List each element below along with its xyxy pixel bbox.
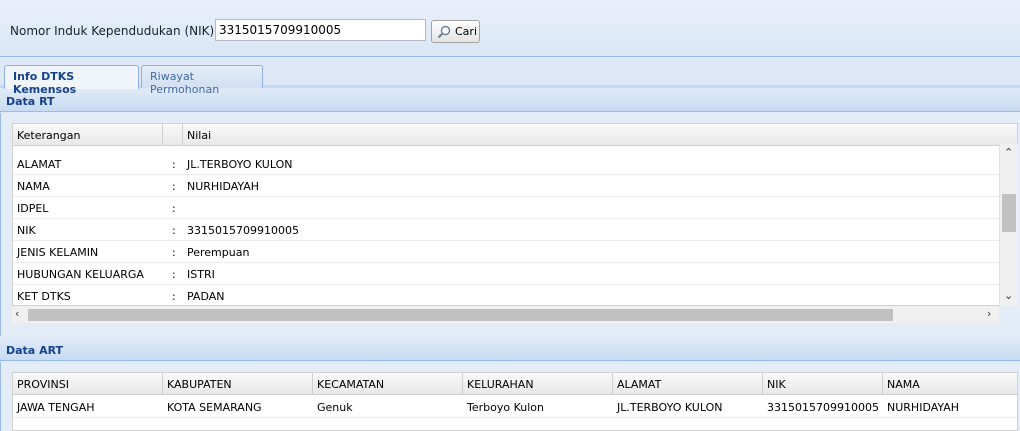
vertical-scrollbar[interactable]: ⌃ ⌄	[999, 144, 1018, 306]
row-value	[183, 197, 983, 219]
row-separator: :	[172, 224, 176, 237]
row-key: HUBUNGAN KELUARGA	[17, 268, 144, 281]
table-row[interactable]: NAMA : NURHIDAYAH	[13, 175, 1000, 197]
column-header-keterangan[interactable]: Keterangan	[13, 124, 163, 146]
column-header-nik[interactable]: NIK	[763, 373, 883, 395]
table-row[interactable]: KET DTKS : PADAN	[13, 285, 1000, 305]
row-value: ISTRI	[187, 268, 215, 281]
row-key: JENIS KELAMIN	[17, 246, 99, 259]
vertical-scroll-thumb[interactable]	[1002, 194, 1016, 232]
panel-title-data-rt: Data RT	[0, 93, 1020, 112]
row-separator: :	[172, 202, 176, 215]
column-header-nama[interactable]: NAMA	[883, 373, 1017, 395]
column-header-alamat[interactable]: ALAMAT	[613, 373, 763, 395]
row-value: NURHIDAYAH	[187, 180, 260, 193]
chevron-left-icon[interactable]: ‹	[15, 307, 19, 320]
table-row[interactable]: IDPEL :	[13, 197, 1000, 219]
tab-strip: Info DTKS Kemensos Riwayat Permohonan	[0, 63, 1020, 96]
chevron-up-icon[interactable]: ⌃	[1004, 146, 1013, 159]
table-row[interactable]: HUBUNGAN KELUARGA : ISTRI	[13, 263, 1000, 285]
tab-riwayat-permohonan[interactable]: Riwayat Permohonan	[141, 65, 263, 96]
data-art-grid-header: PROVINSI KABUPATEN KECAMATAN KELURAHAN A…	[13, 373, 1017, 395]
cell-kelurahan: Terboyo Kulon	[467, 401, 544, 414]
row-separator: :	[172, 246, 176, 259]
column-header-provinsi[interactable]: PROVINSI	[13, 373, 163, 395]
cell-provinsi: JAWA TENGAH	[17, 401, 95, 414]
table-row[interactable]: JENIS KELAMIN : Perempuan	[13, 241, 1000, 263]
cell-nik: 3315015709910005	[767, 401, 879, 414]
data-rt-grid: Keterangan Nilai ALAMAT : JL.TERBOYO KUL…	[12, 123, 1018, 306]
row-value: PADAN	[187, 290, 225, 303]
cell-nama: NURHIDAYAH	[887, 401, 960, 414]
row-key: KET DTKS	[17, 290, 71, 303]
column-header-kecamatan[interactable]: KECAMATAN	[313, 373, 463, 395]
chevron-right-icon[interactable]: ›	[987, 307, 991, 320]
table-row[interactable]: JAWA TENGAH KOTA SEMARANG Genuk Terboyo …	[13, 396, 1017, 418]
nik-input[interactable]	[215, 19, 426, 41]
row-key: ALAMAT	[17, 158, 62, 171]
data-art-grid: PROVINSI KABUPATEN KECAMATAN KELURAHAN A…	[12, 372, 1018, 431]
row-value: Perempuan	[187, 246, 250, 259]
row-value: JL.TERBOYO KULON	[187, 158, 293, 171]
column-header-kelurahan[interactable]: KELURAHAN	[463, 373, 613, 395]
search-icon	[437, 25, 451, 38]
table-row[interactable]: ALAMAT : JL.TERBOYO KULON	[13, 153, 1000, 175]
row-key: NIK	[17, 224, 36, 237]
row-separator: :	[172, 180, 176, 193]
cell-kabupaten: KOTA SEMARANG	[167, 401, 262, 414]
cell-alamat: JL.TERBOYO KULON	[617, 401, 723, 414]
table-row[interactable]: NIK : 3315015709910005	[13, 219, 1000, 241]
cell-kecamatan: Genuk	[317, 401, 353, 414]
horizontal-scrollbar[interactable]: ‹ ›	[12, 306, 999, 323]
row-separator: :	[172, 268, 176, 281]
column-header-separator	[163, 124, 183, 146]
row-separator: :	[172, 290, 176, 303]
row-key: NAMA	[17, 180, 50, 193]
row-value: 3315015709910005	[187, 224, 299, 237]
column-header-kabupaten[interactable]: KABUPATEN	[163, 373, 313, 395]
chevron-down-icon[interactable]: ⌄	[1004, 289, 1013, 302]
search-toolbar: Nomor Induk Kependudukan (NIK): Cari	[0, 0, 1020, 57]
row-separator: :	[172, 158, 176, 171]
data-rt-grid-header: Keterangan Nilai	[13, 124, 1017, 146]
tab-info-dtks[interactable]: Info DTKS Kemensos	[4, 65, 139, 96]
column-header-nilai[interactable]: Nilai	[183, 124, 1017, 146]
row-key: IDPEL	[17, 202, 49, 215]
horizontal-scroll-thumb[interactable]	[28, 309, 893, 321]
nik-label: Nomor Induk Kependudukan (NIK):	[10, 24, 219, 38]
cari-button-label: Cari	[455, 25, 477, 38]
cari-button[interactable]: Cari	[431, 20, 480, 43]
panel-title-data-art: Data ART	[0, 342, 1020, 361]
